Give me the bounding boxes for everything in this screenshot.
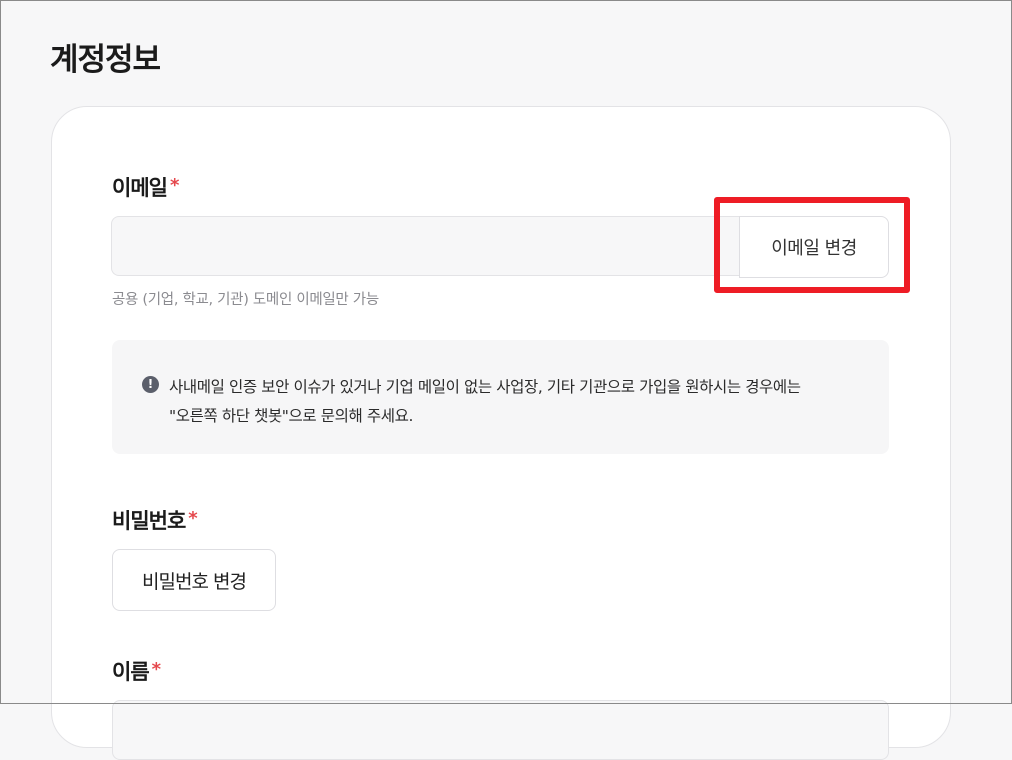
email-label-text: 이메일 xyxy=(112,176,168,200)
notice-line-1: 사내메일 인증 보안 이슈가 있거나 기업 메일이 없는 사업장, 기타 기관으… xyxy=(169,378,801,396)
email-input[interactable] xyxy=(111,216,739,276)
name-label: 이름 * xyxy=(112,656,161,686)
change-password-button[interactable]: 비밀번호 변경 xyxy=(112,549,276,611)
exclamation-circle-icon: ! xyxy=(142,376,159,393)
name-input[interactable] xyxy=(112,700,889,760)
highlight-box xyxy=(714,197,910,293)
email-helper-text: 공용 (기업, 학교, 기관) 도메인 이메일만 가능 xyxy=(112,292,379,308)
name-label-text: 이름 xyxy=(112,660,150,684)
notice-line-2: "오른쪽 하단 챗봇"으로 문의해 주세요. xyxy=(169,407,413,425)
password-label: 비밀번호 * xyxy=(112,505,198,535)
name-required-mark: * xyxy=(151,659,161,680)
page-title: 계정정보 xyxy=(50,42,161,78)
password-label-text: 비밀번호 xyxy=(112,509,186,533)
password-required-mark: * xyxy=(188,508,197,529)
notice-text: 사내메일 인증 보안 이슈가 있거나 기업 메일이 없는 사업장, 기타 기관으… xyxy=(169,373,869,431)
email-required-mark: * xyxy=(169,175,179,196)
email-label: 이메일 * xyxy=(112,172,179,202)
